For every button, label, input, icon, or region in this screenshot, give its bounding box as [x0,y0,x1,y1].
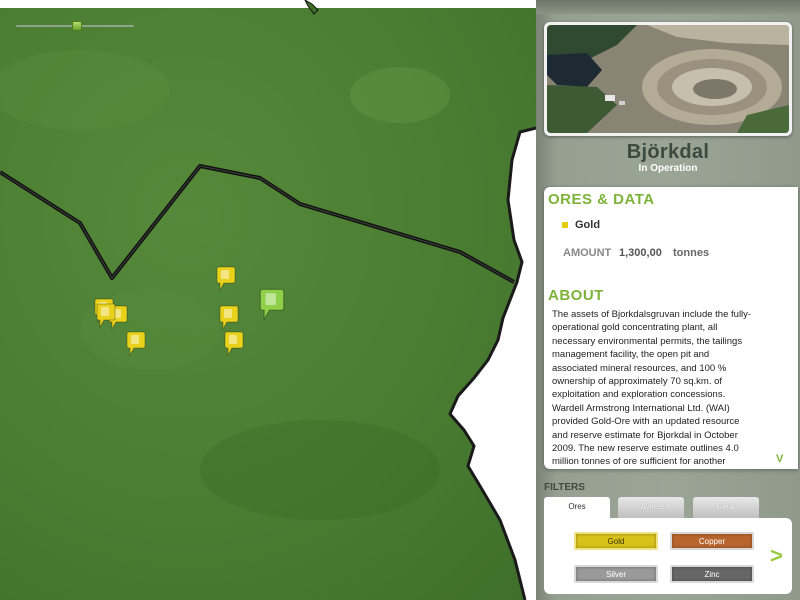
site-status: In Operation [638,163,698,174]
next-filters-arrow[interactable]: > [770,543,783,569]
scroll-down-icon[interactable]: V [776,453,783,465]
filter-copper-button[interactable]: Copper [670,532,754,550]
gold-mine-marker[interactable] [216,266,236,292]
filter-zinc-button[interactable]: Zinc [670,565,754,583]
site-info-panel: Björkdal In Operation ORES & DATA Gold A… [536,0,800,600]
ore-filter-box: Gold Copper Silver Zinc > [544,518,792,594]
selected-mine-marker[interactable] [259,288,285,322]
filter-silver-button[interactable]: Silver [574,565,658,583]
site-name: Björkdal [626,141,710,163]
ores-data-heading: ORES & DATA [548,191,655,208]
ore-name: Gold [575,219,601,231]
gold-mine-marker[interactable] [219,305,239,331]
filter-gold-button[interactable]: Gold [574,532,658,550]
amount-label: AMOUNT [563,247,612,259]
gold-mine-marker[interactable] [224,331,244,357]
filters-label: FILTERS [544,482,585,493]
gold-bullet-icon [562,222,568,228]
amount-unit: tonnes [673,247,710,259]
about-text: The assets of Bjorkdalsgruvan include th… [552,309,752,468]
panel-top-bar [536,0,800,14]
about-heading: ABOUT [548,287,604,304]
tab-clear[interactable]: Clear [693,497,759,519]
site-details-box: ORES & DATA Gold AMOUNT 1,300,00 tonnes … [544,187,798,469]
gold-mine-marker[interactable] [96,303,116,329]
amount-value: 1,300,00 [619,247,662,259]
zoom-slider-handle[interactable] [72,21,82,31]
site-photo [544,22,792,136]
gold-mine-marker[interactable] [126,331,146,357]
tab-owners[interactable]: Owners [618,497,684,519]
mine-aerial-image [547,25,789,133]
